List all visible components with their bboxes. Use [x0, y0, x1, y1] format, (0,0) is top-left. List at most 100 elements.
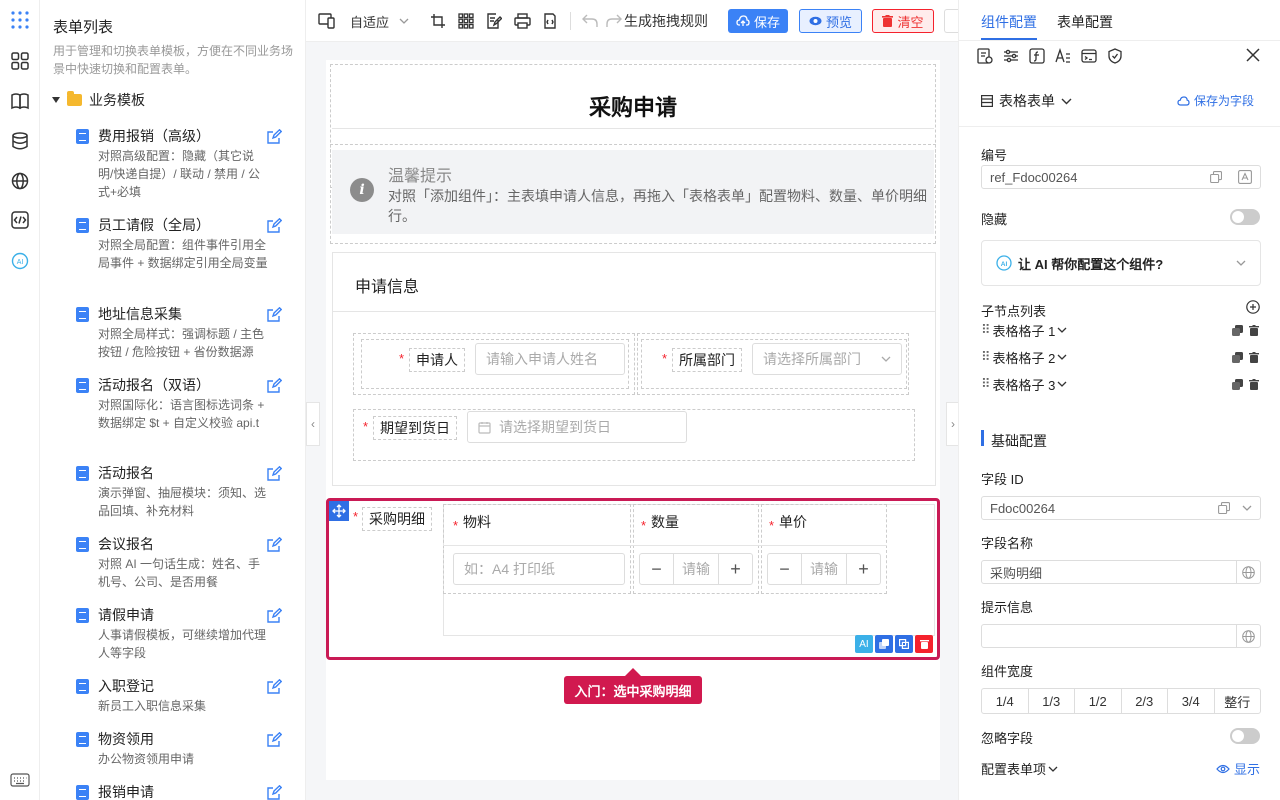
- function-icon[interactable]: [1029, 48, 1045, 64]
- date-picker[interactable]: 请选择期望到货日: [467, 411, 687, 443]
- duplicate-icon[interactable]: [895, 635, 913, 653]
- dept-select[interactable]: 请选择所属部门: [752, 343, 902, 375]
- globe-icon[interactable]: [1236, 625, 1260, 647]
- apps-grid-icon[interactable]: [8, 8, 32, 32]
- price-input[interactable]: 请输: [801, 554, 847, 584]
- hint-input[interactable]: [981, 624, 1261, 648]
- edit-icon[interactable]: [266, 129, 282, 145]
- script-icon[interactable]: [542, 11, 558, 31]
- plus-button[interactable]: +: [847, 554, 880, 584]
- edit-icon[interactable]: [266, 378, 282, 394]
- props-icon[interactable]: [977, 48, 993, 64]
- grid-icon[interactable]: [458, 11, 474, 31]
- text-style-icon[interactable]: [1055, 48, 1071, 64]
- edit-icon[interactable]: [266, 732, 282, 748]
- copy-icon[interactable]: [1232, 378, 1243, 390]
- trash-icon[interactable]: [1249, 324, 1259, 336]
- edit-icon[interactable]: [266, 608, 282, 624]
- child-item[interactable]: ⠿ 表格格子 2: [981, 347, 1261, 367]
- hidden-toggle[interactable]: [1230, 209, 1260, 225]
- width-option[interactable]: 整行: [1215, 689, 1261, 713]
- ai-assist-box[interactable]: AI 让 AI 帮你配置这个组件?: [981, 240, 1261, 286]
- edit-icon[interactable]: [266, 537, 282, 553]
- child-item[interactable]: ⠿ 表格格子 1: [981, 320, 1261, 340]
- applicant-card[interactable]: 申请信息 * 申请人 请输入申请人姓名 * 所属部门 请选择所属部门 * 期望到…: [332, 252, 936, 486]
- chevron-down-icon[interactable]: [1242, 505, 1252, 511]
- plus-button[interactable]: +: [719, 554, 752, 584]
- close-icon[interactable]: [1246, 48, 1260, 62]
- device-icon[interactable]: [318, 11, 336, 31]
- drag-handle-icon[interactable]: ⠿: [981, 376, 990, 392]
- width-option[interactable]: 1/2: [1075, 689, 1122, 713]
- trash-icon[interactable]: [1249, 378, 1259, 390]
- minus-button[interactable]: −: [768, 554, 801, 584]
- clear-button[interactable]: 清空: [872, 9, 934, 33]
- config-items-row[interactable]: 配置表单项: [981, 759, 1058, 778]
- delete-icon[interactable]: [915, 635, 933, 653]
- price-stepper[interactable]: − 请输 +: [767, 553, 881, 585]
- sliders-icon[interactable]: [1003, 48, 1019, 64]
- ai-icon[interactable]: AI: [855, 635, 873, 653]
- redo-icon[interactable]: [606, 11, 622, 31]
- translate-icon[interactable]: [1238, 170, 1252, 184]
- more-button[interactable]: [944, 9, 958, 33]
- copy-icon[interactable]: [1210, 171, 1222, 183]
- globe-icon[interactable]: [8, 169, 32, 193]
- drag-handle-icon[interactable]: ⠿: [981, 349, 990, 365]
- field-id-input[interactable]: Fdoc00264: [981, 496, 1261, 520]
- applicant-input[interactable]: 请输入申请人姓名: [475, 343, 625, 375]
- width-option[interactable]: 1/4: [982, 689, 1029, 713]
- width-option[interactable]: 2/3: [1122, 689, 1168, 713]
- window-code-icon[interactable]: [1081, 48, 1097, 64]
- component-type-select[interactable]: 表格表单: [981, 91, 1072, 111]
- move-icon[interactable]: [329, 501, 349, 521]
- adapt-select[interactable]: 自适应: [350, 11, 409, 31]
- qty-stepper[interactable]: − 请输 +: [639, 553, 753, 585]
- components-icon[interactable]: [8, 49, 32, 73]
- save-as-field-button[interactable]: 保存为字段: [1177, 92, 1254, 109]
- folder-business-templates[interactable]: 业务模板: [52, 90, 145, 110]
- print-icon[interactable]: [514, 11, 531, 31]
- shield-icon[interactable]: [1107, 48, 1123, 64]
- child-item[interactable]: ⠿ 表格格子 3: [981, 374, 1261, 394]
- minus-button[interactable]: −: [640, 554, 673, 584]
- tab-form-config[interactable]: 表单配置: [1057, 12, 1113, 32]
- tab-component-config[interactable]: 组件配置: [981, 12, 1037, 32]
- ignore-field-toggle[interactable]: [1230, 728, 1260, 744]
- width-option[interactable]: 3/4: [1168, 689, 1215, 713]
- book-icon[interactable]: [8, 89, 32, 113]
- edit-icon[interactable]: [266, 218, 282, 234]
- qty-input[interactable]: 请输: [673, 554, 719, 584]
- code-icon[interactable]: [8, 208, 32, 232]
- width-option[interactable]: 1/3: [1029, 689, 1075, 713]
- field-name-input[interactable]: 采购明细: [981, 560, 1261, 584]
- copy-icon[interactable]: [1232, 324, 1243, 336]
- undo-icon[interactable]: [582, 11, 598, 31]
- globe-icon[interactable]: [1236, 561, 1260, 583]
- database-icon[interactable]: [8, 129, 32, 153]
- ai-icon[interactable]: AI: [8, 249, 32, 273]
- eye-icon: [809, 16, 822, 26]
- copy-icon[interactable]: [1218, 502, 1230, 514]
- id-field[interactable]: ref_Fdoc00264: [981, 165, 1261, 189]
- add-child-icon[interactable]: [1246, 300, 1260, 314]
- form-title[interactable]: 采购申请: [326, 90, 940, 122]
- copy-icon[interactable]: [1232, 351, 1243, 363]
- edit-icon[interactable]: [266, 785, 282, 800]
- keyboard-icon[interactable]: [8, 768, 32, 792]
- save-button[interactable]: 保存: [728, 9, 788, 33]
- drag-handle-icon[interactable]: ⠿: [981, 322, 990, 338]
- crop-icon[interactable]: [430, 11, 446, 31]
- edit-doc-icon[interactable]: [486, 11, 502, 31]
- show-button[interactable]: 显示: [1216, 759, 1260, 778]
- preview-button[interactable]: 预览: [799, 9, 862, 33]
- purchase-detail-table[interactable]: * 采购明细 * 物料 * 数量 * 单价 如：A4 打印纸 − 请输 + − …: [326, 498, 940, 660]
- collapse-left-button[interactable]: ‹: [306, 402, 320, 446]
- edit-icon[interactable]: [266, 307, 282, 323]
- copy-icon[interactable]: [875, 635, 893, 653]
- edit-icon[interactable]: [266, 679, 282, 695]
- generate-rules-button[interactable]: 生成拖拽规则: [624, 11, 708, 31]
- material-input[interactable]: 如：A4 打印纸: [453, 553, 625, 585]
- edit-icon[interactable]: [266, 466, 282, 482]
- trash-icon[interactable]: [1249, 351, 1259, 363]
